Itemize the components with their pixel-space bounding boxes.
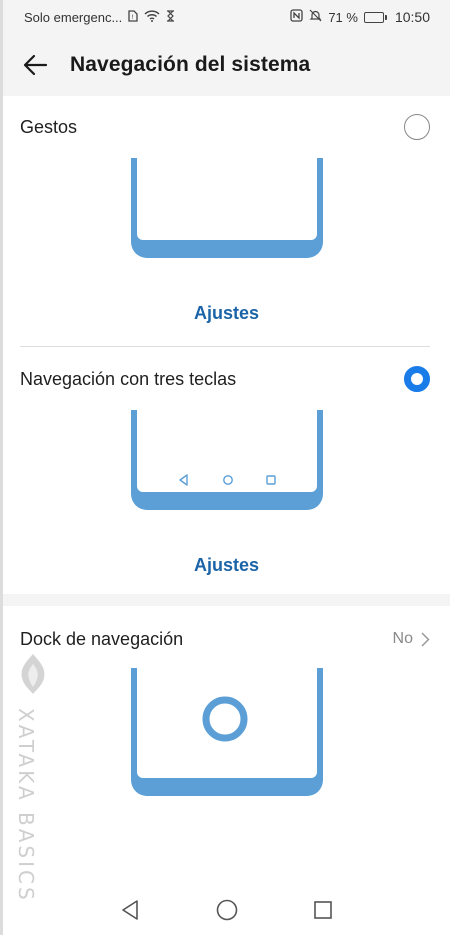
chevron-right-icon bbox=[421, 631, 430, 647]
status-bar: Solo emergenc... ! 71 % 10:50 bbox=[0, 0, 450, 34]
nfc-icon bbox=[290, 9, 303, 25]
gestures-illustration bbox=[127, 158, 327, 266]
back-triangle-icon[interactable] bbox=[118, 897, 144, 923]
three-keys-settings-link[interactable]: Ajustes bbox=[3, 555, 450, 576]
option-dock-label: Dock de navegación bbox=[20, 628, 184, 649]
system-nav-bar bbox=[3, 885, 450, 935]
gestures-settings-link[interactable]: Ajustes bbox=[3, 303, 450, 324]
watermark-text: XATAKA BASICS bbox=[14, 708, 38, 903]
dock-illustration bbox=[127, 668, 327, 802]
dock-value-text: No bbox=[392, 630, 413, 647]
page-title: Navegación del sistema bbox=[70, 53, 311, 76]
gestures-radio[interactable] bbox=[404, 114, 430, 140]
option-three-keys-label: Navegación con tres teclas bbox=[20, 368, 237, 389]
battery-percent: 71 % bbox=[328, 9, 358, 25]
home-circle-icon[interactable] bbox=[214, 897, 240, 923]
option-dock-row[interactable]: Dock de navegación No bbox=[20, 624, 430, 654]
divider bbox=[20, 346, 430, 347]
clock: 10:50 bbox=[394, 9, 430, 25]
battery-icon bbox=[363, 11, 387, 23]
svg-text:!: ! bbox=[132, 14, 134, 21]
watermark: XATAKA BASICS bbox=[14, 652, 52, 903]
mute-icon bbox=[309, 9, 322, 25]
xataka-logo-icon bbox=[18, 652, 48, 701]
option-gestures-label: Gestos bbox=[20, 116, 78, 137]
status-right: 71 % 10:50 bbox=[290, 9, 430, 25]
three-keys-illustration bbox=[127, 410, 327, 518]
carrier-text: Solo emergenc... bbox=[24, 9, 123, 25]
three-keys-radio[interactable] bbox=[404, 366, 430, 392]
option-gestures-row[interactable]: Gestos bbox=[20, 112, 430, 142]
recents-square-icon[interactable] bbox=[310, 897, 336, 923]
arrow-left-icon[interactable] bbox=[20, 50, 50, 80]
wifi-icon bbox=[144, 9, 160, 25]
option-three-keys-row[interactable]: Navegación con tres teclas bbox=[20, 364, 430, 394]
hourglass-icon bbox=[166, 9, 175, 25]
app-header: Navegación del sistema bbox=[0, 34, 450, 96]
status-left: Solo emergenc... ! bbox=[24, 10, 175, 25]
navigation-options-card: Gestos Ajustes Navegación con tres tecla… bbox=[3, 96, 450, 594]
sim-icon: ! bbox=[128, 9, 138, 25]
dock-value[interactable]: No bbox=[393, 630, 430, 648]
